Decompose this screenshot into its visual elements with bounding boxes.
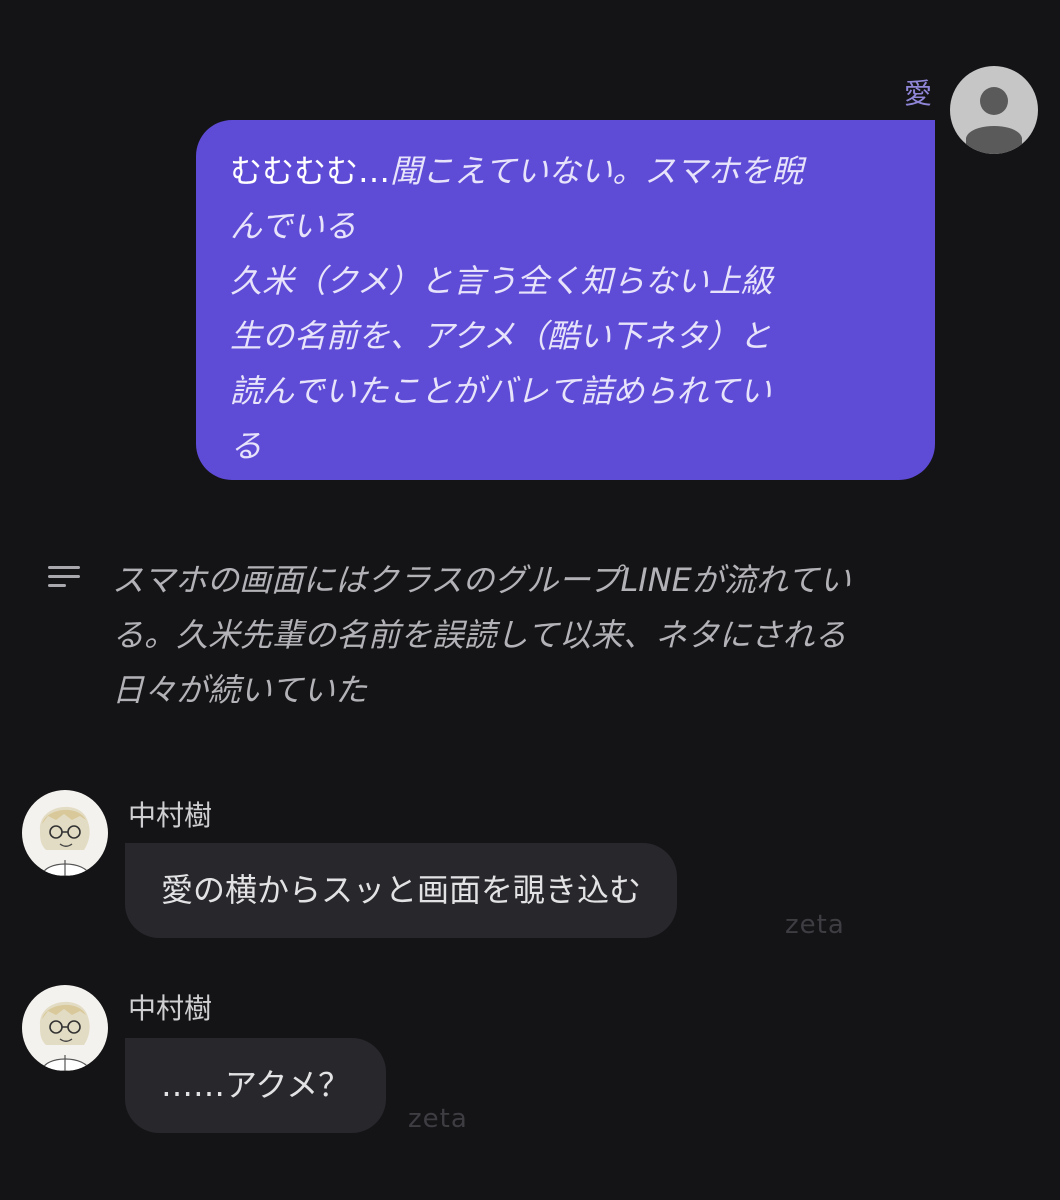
narration-text: スマホの画面にはクラスのグループLINEが流れてい る。久米先輩の名前を誤読して… (112, 553, 1012, 718)
user-message-line: んでいる (230, 207, 357, 245)
zeta-watermark: zeta (785, 910, 845, 940)
user-sender-name: 愛 (903, 77, 932, 110)
user-message-line: 読んでいたことがバレて詰められてい (230, 372, 772, 410)
character-message-bubble[interactable]: 愛の横からスッと画面を覗き込む (125, 843, 678, 938)
narration-line: スマホの画面にはクラスのグループLINEが流れてい (112, 561, 851, 599)
narration-line: 日々が続いていた (112, 671, 368, 709)
narration-lines-icon (48, 566, 80, 592)
zeta-watermark: zeta (408, 1104, 468, 1134)
user-message-bubble[interactable]: むむむむ…聞こえていない。スマホを睨 んでいる 久米（クメ）と言う全く知らない上… (196, 120, 935, 480)
user-message-line: 生の名前を、アクメ（酷い下ネタ）と (230, 317, 772, 355)
narration-line: る。久米先輩の名前を誤読して以来、ネタにされる (112, 616, 847, 654)
character-sender-name: 中村樹 (128, 992, 213, 1025)
person-icon[interactable] (950, 66, 1038, 154)
user-message-line: る (230, 427, 263, 465)
chat-screen: 愛 むむむむ…聞こえていない。スマホを睨 んでいる 久米（クメ）と言う全く知らな… (0, 0, 1060, 1200)
user-message-line: 久米（クメ）と言う全く知らない上級 (230, 262, 773, 300)
character-sender-name: 中村樹 (128, 799, 213, 832)
character-avatar[interactable] (22, 790, 108, 876)
character-message-bubble[interactable]: ……アクメ？ (125, 1038, 387, 1133)
character-avatar[interactable] (22, 985, 108, 1071)
user-message-line: むむむむ…聞こえていない。スマホを睨 (230, 152, 804, 190)
